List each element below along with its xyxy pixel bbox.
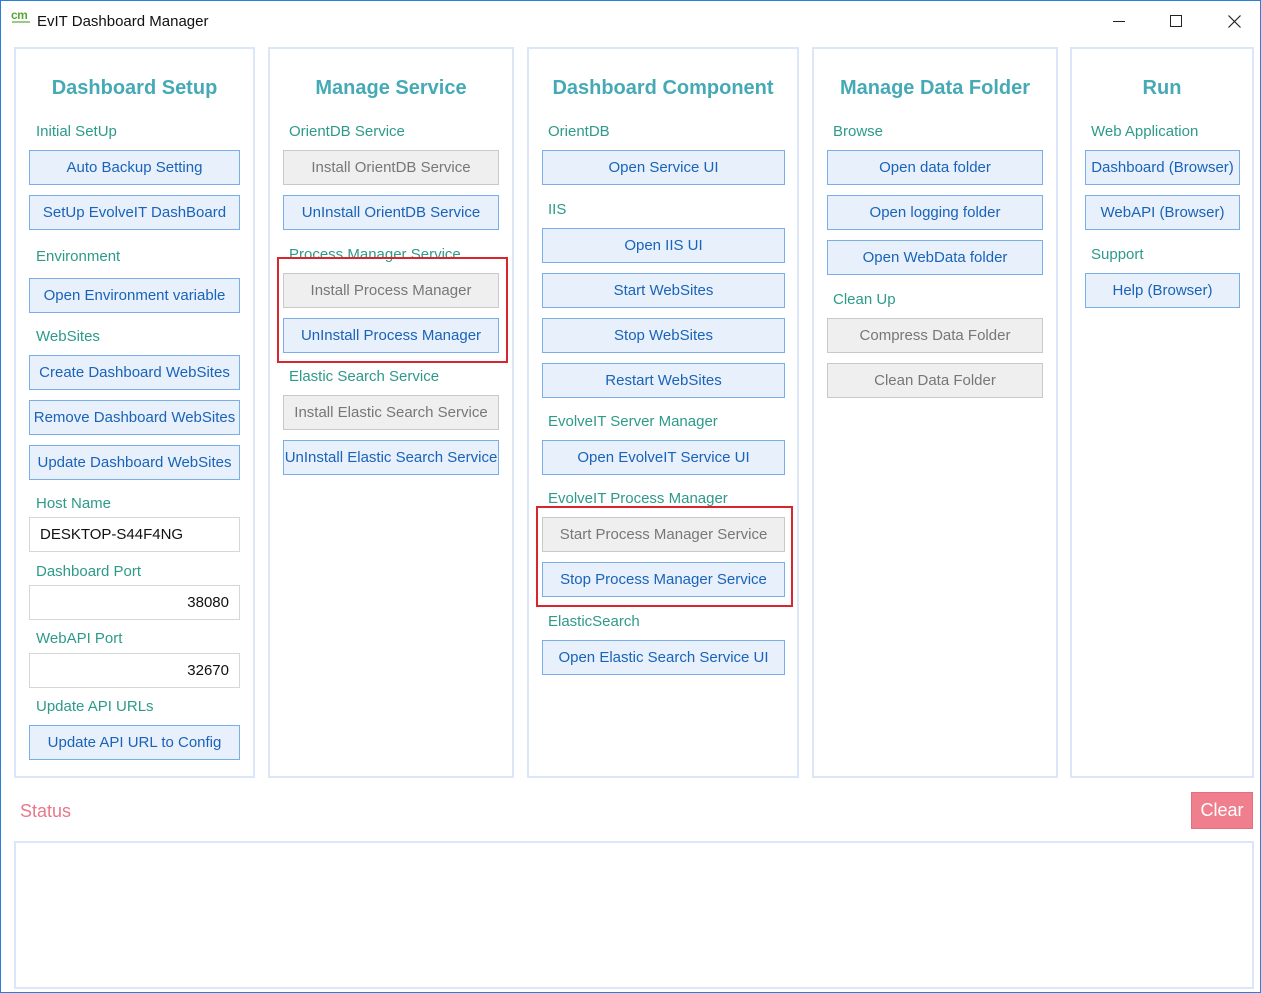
app-logo-text: cm xyxy=(11,8,28,22)
panel-manage-data-folder: Manage Data Folder Browse Open data fold… xyxy=(812,47,1058,778)
window-title: EvIT Dashboard Manager xyxy=(37,13,209,30)
panel-run: Run Web Application Dashboard (Browser) … xyxy=(1070,47,1254,778)
section-label-orientdb-service: OrientDB Service xyxy=(289,123,405,140)
clean-data-folder-button[interactable]: Clean Data Folder xyxy=(827,363,1043,398)
uninstall-orientdb-service-button[interactable]: UnInstall OrientDB Service xyxy=(283,195,499,230)
open-logging-folder-button[interactable]: Open logging folder xyxy=(827,195,1043,230)
stop-process-manager-service-button[interactable]: Stop Process Manager Service xyxy=(542,562,785,597)
uninstall-elastic-search-service-button[interactable]: UnInstall Elastic Search Service xyxy=(283,440,499,475)
section-label-webapi-port: WebAPI Port xyxy=(36,630,123,647)
section-label-orientdb: OrientDB xyxy=(548,123,610,140)
webapi-port-field[interactable]: 32670 xyxy=(29,653,240,688)
install-elastic-search-service-button[interactable]: Install Elastic Search Service xyxy=(283,395,499,430)
uninstall-process-manager-button[interactable]: UnInstall Process Manager xyxy=(283,318,499,353)
panel-dashboard-setup: Dashboard Setup Initial SetUp Auto Backu… xyxy=(14,47,255,778)
auto-backup-setting-button[interactable]: Auto Backup Setting xyxy=(29,150,240,185)
dashboard-browser-button[interactable]: Dashboard (Browser) xyxy=(1085,150,1240,185)
minimize-icon xyxy=(1113,20,1125,22)
app-window: cm EvIT Dashboard Manager Dashboard Setu… xyxy=(0,0,1261,993)
close-button[interactable] xyxy=(1214,7,1254,35)
title-bar[interactable]: cm EvIT Dashboard Manager xyxy=(1,1,1260,41)
stop-websites-button[interactable]: Stop WebSites xyxy=(542,318,785,353)
setup-evolveit-dashboard-button[interactable]: SetUp EvolveIT DashBoard xyxy=(29,195,240,230)
update-api-url-button[interactable]: Update API URL to Config xyxy=(29,725,240,760)
clear-button[interactable]: Clear xyxy=(1191,792,1253,829)
section-label-browse: Browse xyxy=(833,123,884,140)
open-environment-variable-button[interactable]: Open Environment variable xyxy=(29,278,240,313)
section-label-web-application: Web Application xyxy=(1091,123,1199,140)
maximize-button[interactable] xyxy=(1156,7,1196,35)
start-process-manager-service-button[interactable]: Start Process Manager Service xyxy=(542,517,785,552)
section-label-host-name: Host Name xyxy=(36,495,112,512)
section-label-dashboard-port: Dashboard Port xyxy=(36,563,142,580)
status-log-area[interactable] xyxy=(14,841,1254,989)
open-webdata-folder-button[interactable]: Open WebData folder xyxy=(827,240,1043,275)
panel-title: Manage Service xyxy=(315,77,467,99)
panel-dashboard-component: Dashboard Component OrientDB Open Servic… xyxy=(527,47,799,778)
section-label-elasticsearch: ElasticSearch xyxy=(548,613,640,630)
section-label-support: Support xyxy=(1091,246,1144,263)
status-label: Status xyxy=(20,801,72,821)
create-dashboard-websites-button[interactable]: Create Dashboard WebSites xyxy=(29,355,240,390)
remove-dashboard-websites-button[interactable]: Remove Dashboard WebSites xyxy=(29,400,240,435)
close-icon xyxy=(1227,14,1241,28)
section-label-server-manager: EvolveIT Server Manager xyxy=(548,413,718,430)
app-logo-icon: cm xyxy=(11,8,33,26)
open-data-folder-button[interactable]: Open data folder xyxy=(827,150,1043,185)
panel-title: Manage Data Folder xyxy=(839,77,1031,99)
panel-title: Dashboard Component xyxy=(552,77,774,99)
open-iis-ui-button[interactable]: Open IIS UI xyxy=(542,228,785,263)
section-label-websites: WebSites xyxy=(36,328,100,345)
panel-title: Run xyxy=(1142,77,1182,99)
open-elastic-search-service-ui-button[interactable]: Open Elastic Search Service UI xyxy=(542,640,785,675)
section-label-initial-setup: Initial SetUp xyxy=(36,123,117,140)
install-process-manager-button[interactable]: Install Process Manager xyxy=(283,273,499,308)
section-label-clean-up: Clean Up xyxy=(833,291,896,308)
section-label-update-api-urls: Update API URLs xyxy=(36,698,154,715)
host-name-field[interactable]: DESKTOP-S44F4NG xyxy=(29,517,240,552)
update-dashboard-websites-button[interactable]: Update Dashboard WebSites xyxy=(29,445,240,480)
help-browser-button[interactable]: Help (Browser) xyxy=(1085,273,1240,308)
webapi-browser-button[interactable]: WebAPI (Browser) xyxy=(1085,195,1240,230)
panel-manage-service: Manage Service OrientDB Service Install … xyxy=(268,47,514,778)
section-label-process-manager: EvolveIT Process Manager xyxy=(548,490,728,507)
section-label-process-manager-service: Process Manager Service xyxy=(289,246,461,263)
minimize-button[interactable] xyxy=(1099,7,1139,35)
maximize-icon xyxy=(1170,15,1182,27)
dashboard-port-field[interactable]: 38080 xyxy=(29,585,240,620)
section-label-environment: Environment xyxy=(36,248,121,265)
panel-title: Dashboard Setup xyxy=(51,77,218,99)
start-websites-button[interactable]: Start WebSites xyxy=(542,273,785,308)
restart-websites-button[interactable]: Restart WebSites xyxy=(542,363,785,398)
open-service-ui-button[interactable]: Open Service UI xyxy=(542,150,785,185)
install-orientdb-service-button[interactable]: Install OrientDB Service xyxy=(283,150,499,185)
open-evolveit-service-ui-button[interactable]: Open EvolveIT Service UI xyxy=(542,440,785,475)
section-label-elastic-search-service: Elastic Search Service xyxy=(289,368,440,385)
compress-data-folder-button[interactable]: Compress Data Folder xyxy=(827,318,1043,353)
section-label-iis: IIS xyxy=(548,201,567,218)
